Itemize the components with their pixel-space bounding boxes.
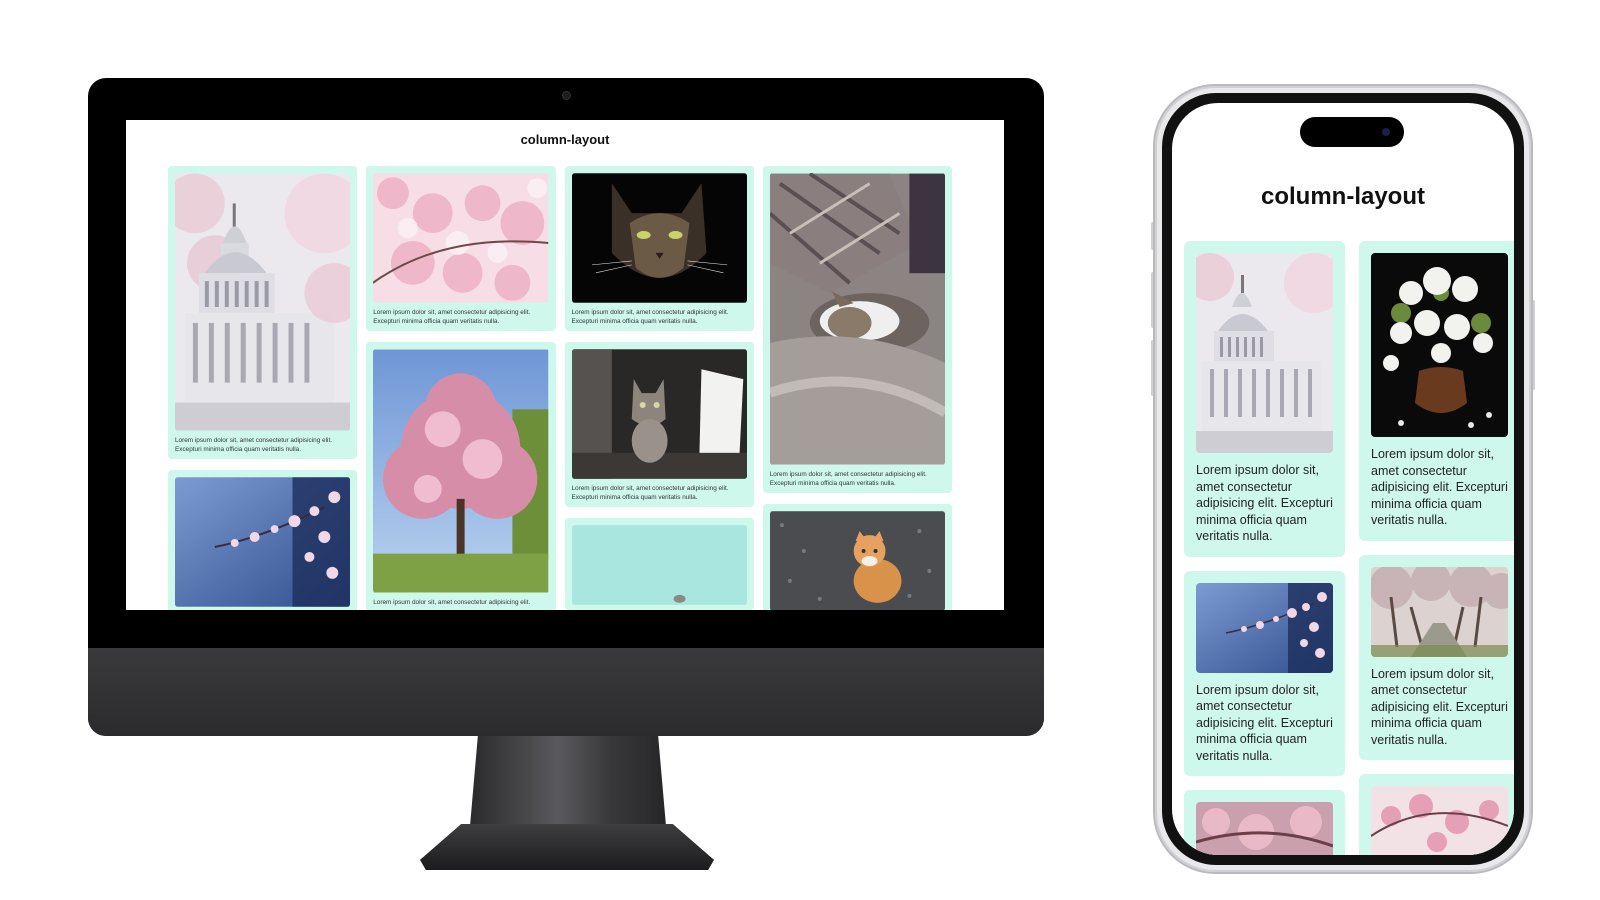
image-card[interactable] bbox=[1359, 774, 1514, 855]
white-flowers-vase-image bbox=[1371, 253, 1508, 437]
card-caption: Lorem ipsum dolor sit, amet consectetur … bbox=[175, 437, 332, 453]
image-card[interactable]: Lorem ipsum dolor sit, amet consectetur … bbox=[762, 166, 952, 493]
phone-bezel: column-layout Lorem ipsum dolor sit, ame… bbox=[1162, 93, 1524, 865]
masonry-column: Lorem ipsum dolor sit, amet consectetur … bbox=[762, 166, 952, 610]
desktop-monitor: column-layout Lorem ipsum dolor sit, ame… bbox=[88, 78, 1044, 736]
card-caption: Lorem ipsum dolor sit, amet consectetur … bbox=[1196, 682, 1333, 763]
desktop-screen: column-layout Lorem ipsum dolor sit, ame… bbox=[126, 120, 1004, 610]
front-camera-icon bbox=[1382, 128, 1390, 136]
phone-device: column-layout Lorem ipsum dolor sit, ame… bbox=[1155, 86, 1531, 872]
blossom-branch-blue-sky-image bbox=[1196, 582, 1333, 673]
card-caption: Lorem ipsum dolor sit, amet consectetur … bbox=[373, 599, 531, 606]
phone-screen: column-layout Lorem ipsum dolor sit, ame… bbox=[1172, 103, 1514, 855]
image-card[interactable]: Lorem ipsum dolor sit, amet consectetur … bbox=[1359, 241, 1514, 541]
image-card[interactable]: Lorem ipsum dolor sit, amet consectetur … bbox=[168, 470, 358, 610]
image-card[interactable]: Lorem ipsum dolor sit, amet consectetur … bbox=[168, 166, 358, 459]
pink-cherry-blossoms-image bbox=[373, 173, 549, 303]
camera-icon bbox=[562, 91, 571, 100]
image-card[interactable]: Lorem ipsum dolor sit, amet consectetur … bbox=[1184, 570, 1345, 776]
orange-cat-gravel-image bbox=[769, 511, 945, 610]
kitten-in-box-image bbox=[571, 349, 747, 479]
masonry-grid: Lorem ipsum dolor sit, amet consectetur … bbox=[1184, 241, 1514, 855]
cherry-tree-path-image bbox=[1371, 566, 1508, 657]
card-caption: Lorem ipsum dolor sit, amet consectetur … bbox=[1371, 447, 1508, 527]
pink-blossom-branches-image bbox=[1371, 786, 1508, 855]
masonry-column: Lorem ipsum dolor sit, amet consectetur … bbox=[366, 166, 556, 610]
masonry-grid: Lorem ipsum dolor sit, amet consectetur … bbox=[168, 166, 952, 610]
page-title: column-layout bbox=[520, 132, 610, 147]
phone-power-button bbox=[1531, 300, 1535, 390]
cat-sleeping-blanket-image bbox=[769, 173, 945, 465]
image-card[interactable]: Lorem ipsum dolor sit, amet consectetur … bbox=[1359, 554, 1514, 760]
image-card[interactable]: Lorem ipsum dolor sit, amet consectetur … bbox=[564, 342, 754, 507]
dynamic-island bbox=[1300, 117, 1404, 147]
card-caption: Lorem ipsum dolor sit, amet consectetur … bbox=[571, 485, 729, 501]
card-caption: Lorem ipsum dolor sit, amet consectetur … bbox=[571, 309, 729, 325]
card-caption: Lorem ipsum dolor sit, amet consectetur … bbox=[373, 309, 531, 325]
capitol-cherry-blossoms-image bbox=[1196, 253, 1333, 453]
masonry-column: Lorem ipsum dolor sit, amet consectetur … bbox=[1184, 241, 1345, 855]
cat-mint-background-image bbox=[571, 525, 747, 605]
masonry-column: Lorem ipsum dolor sit, amet consectetur … bbox=[168, 166, 358, 610]
monitor-stand bbox=[470, 736, 666, 826]
masonry-column: Lorem ipsum dolor sit, amet consectetur … bbox=[564, 166, 754, 610]
blossom-branch-blue-sky-image bbox=[175, 477, 351, 607]
image-card[interactable] bbox=[762, 504, 952, 610]
page-title: column-layout bbox=[1260, 183, 1425, 210]
image-card[interactable] bbox=[1184, 790, 1345, 855]
blooming-cherry-tree-image bbox=[373, 349, 549, 593]
image-card[interactable]: Lorem ipsum dolor sit, amet consectetur … bbox=[564, 166, 754, 331]
cherry-blossom-closeup-image bbox=[1196, 802, 1333, 855]
monitor-base bbox=[420, 824, 714, 870]
masonry-column: Lorem ipsum dolor sit, amet consectetur … bbox=[1359, 241, 1514, 855]
card-caption: Lorem ipsum dolor sit, amet consectetur … bbox=[769, 471, 927, 487]
card-caption: Lorem ipsum dolor sit, amet consectetur … bbox=[1196, 463, 1333, 543]
cat-face-dark-image bbox=[571, 173, 747, 303]
image-card[interactable]: Lorem ipsum dolor sit, amet consectetur … bbox=[1184, 241, 1345, 557]
image-card[interactable]: Lorem ipsum dolor sit, amet consectetur … bbox=[366, 166, 556, 331]
monitor-chin bbox=[88, 648, 1044, 736]
image-card[interactable]: Lorem ipsum dolor sit, amet consectetur … bbox=[366, 342, 556, 610]
card-caption: Lorem ipsum dolor sit, amet consectetur … bbox=[1371, 666, 1508, 747]
image-card[interactable] bbox=[564, 518, 754, 610]
capitol-cherry-blossoms-image bbox=[175, 173, 351, 431]
